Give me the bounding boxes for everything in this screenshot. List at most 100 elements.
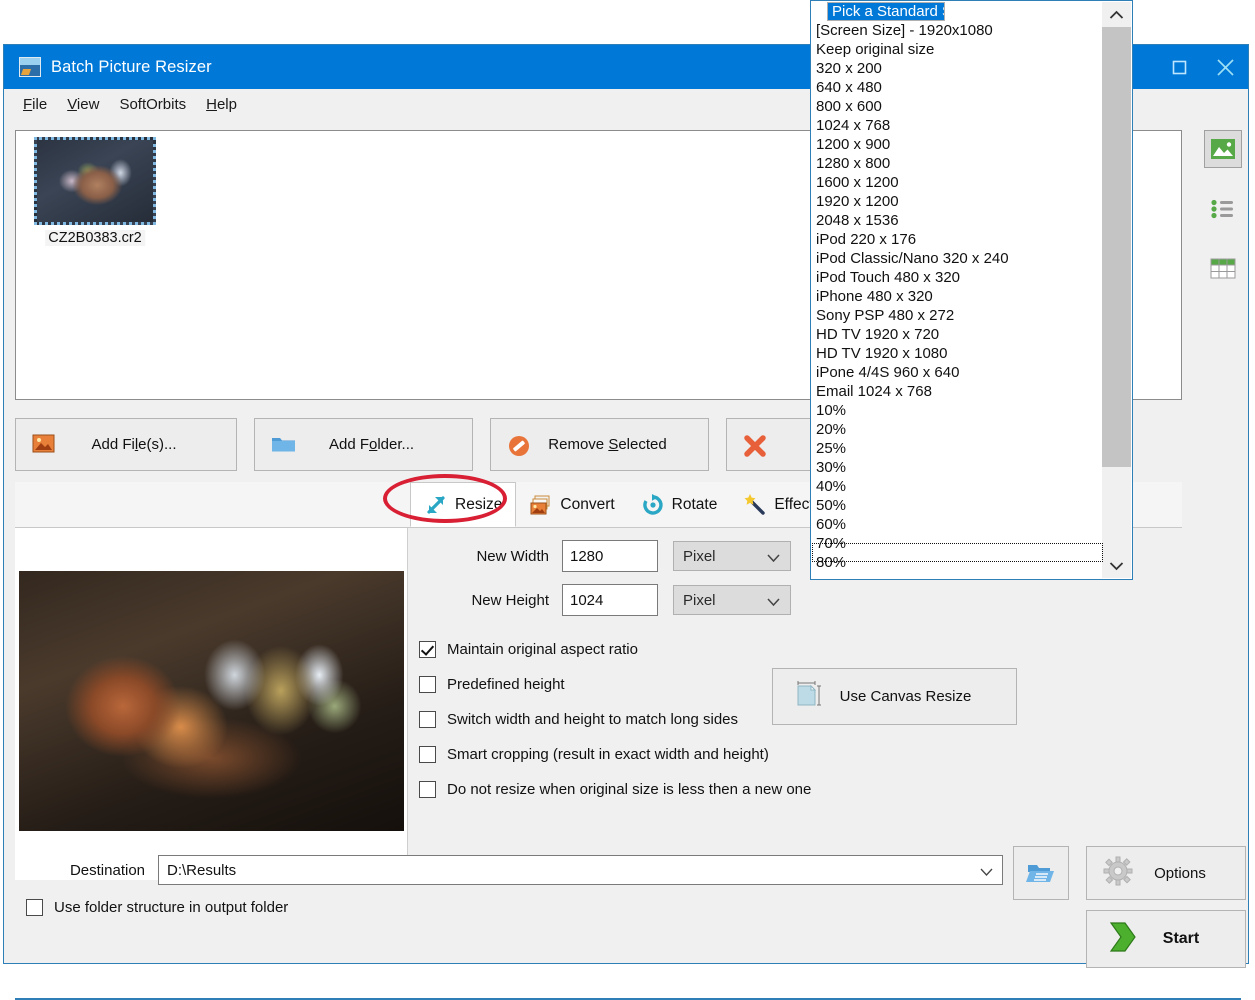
gear-icon — [1103, 856, 1133, 890]
dropdown-item[interactable]: iPhone 480 x 320 — [812, 287, 1102, 306]
destination-row: Destination D:\Results — [15, 855, 1003, 885]
dropdown-item[interactable]: 320 x 200 — [812, 59, 1102, 78]
dropdown-item[interactable]: Sony PSP 480 x 272 — [812, 306, 1102, 325]
view-mode-strip — [1200, 130, 1246, 310]
dropdown-item[interactable]: 2048 x 1536 — [812, 211, 1102, 230]
tab-rotate[interactable]: Rotate — [628, 482, 731, 527]
checkbox-label: Predefined height — [447, 676, 565, 693]
dropdown-item[interactable]: iPone 4/4S 960 x 640 — [812, 363, 1102, 382]
tab-list: Resize Convert Rotate Effects — [410, 482, 834, 527]
destination-label: Destination — [15, 862, 158, 879]
app-icon — [19, 57, 41, 77]
checkbox-box — [419, 676, 436, 693]
dropdown-item[interactable]: 640 x 480 — [812, 78, 1102, 97]
browse-folder-button[interactable] — [1013, 846, 1069, 900]
list-view-button[interactable] — [1204, 190, 1242, 228]
dropdown-item[interactable]: HD TV 1920 x 1080 — [812, 344, 1102, 363]
tab-convert[interactable]: Convert — [516, 482, 627, 527]
width-unit-select[interactable]: Pixel — [673, 541, 791, 571]
scrollbar-thumb[interactable] — [1102, 27, 1131, 467]
start-button[interactable]: Start — [1086, 910, 1246, 968]
dropdown-item[interactable]: iPod 220 x 176 — [812, 230, 1102, 249]
close-button[interactable] — [1202, 45, 1248, 89]
remove-selected-label: Remove Selected — [533, 436, 708, 453]
new-width-input[interactable] — [562, 540, 658, 572]
dropdown-item[interactable]: HD TV 1920 x 720 — [812, 325, 1102, 344]
folder-icon — [271, 434, 297, 456]
checkbox-smart-cropping[interactable]: Smart cropping (result in exact width an… — [419, 746, 1039, 763]
menu-help[interactable]: Help — [196, 93, 247, 116]
dropdown-item[interactable]: Pick a Standard Size — [827, 2, 945, 21]
list-icon — [1210, 199, 1236, 219]
dropdown-item[interactable]: Email 1024 x 768 — [812, 382, 1102, 401]
standard-size-dropdown-list[interactable]: Pick a Standard Size[Screen Size] - 1920… — [810, 0, 1133, 580]
dropdown-item[interactable]: 40% — [812, 477, 1102, 496]
dropdown-item[interactable]: 30% — [812, 458, 1102, 477]
remove-selected-button[interactable]: Remove Selected — [490, 418, 709, 471]
menu-view[interactable]: View — [57, 93, 109, 116]
scroll-up-button[interactable] — [1102, 2, 1131, 27]
resize-arrows-icon — [424, 493, 448, 517]
new-height-input[interactable] — [562, 584, 658, 616]
maximize-button[interactable] — [1156, 45, 1202, 89]
checkbox-label: Do not resize when original size is less… — [447, 781, 811, 798]
menu-softorbits[interactable]: SoftOrbits — [109, 93, 196, 116]
thumbnail-filename: CZ2B0383.cr2 — [45, 230, 145, 246]
add-files-button[interactable]: Add File(s)... — [15, 418, 237, 471]
dropdown-item[interactable]: Keep original size — [812, 40, 1102, 59]
dropdown-item[interactable]: iPod Touch 480 x 320 — [812, 268, 1102, 287]
table-icon — [1210, 258, 1236, 280]
dropdown-item[interactable]: 1024 x 768 — [812, 116, 1102, 135]
checkbox-label: Smart cropping (result in exact width an… — [447, 746, 769, 763]
dropdown-item[interactable]: iPod Classic/Nano 320 x 240 — [812, 249, 1102, 268]
dropdown-item[interactable]: 10% — [812, 401, 1102, 420]
dropdown-item[interactable]: 800 x 600 — [812, 97, 1102, 116]
window-controls — [1156, 45, 1248, 89]
height-unit-select[interactable]: Pixel — [673, 585, 791, 615]
checkbox-box — [419, 746, 436, 763]
dropdown-item[interactable]: 70% — [812, 534, 1102, 553]
remove-icon — [507, 434, 533, 456]
open-folder-icon — [1026, 860, 1056, 886]
checkbox-label: Maintain original aspect ratio — [447, 641, 638, 658]
use-canvas-resize-button[interactable]: Use Canvas Resize — [772, 668, 1017, 725]
thumbnail-view-button[interactable] — [1204, 130, 1242, 168]
dropdown-scrollbar[interactable] — [1102, 2, 1131, 578]
dropdown-item[interactable]: 1280 x 800 — [812, 154, 1102, 173]
checkbox-use-folder-structure[interactable]: Use folder structure in output folder — [26, 899, 288, 916]
checkbox-do-not-resize[interactable]: Do not resize when original size is less… — [419, 781, 1039, 798]
options-label: Options — [1133, 865, 1245, 882]
dropdown-item[interactable]: 60% — [812, 515, 1102, 534]
preview-pane — [15, 528, 408, 880]
dropdown-item[interactable]: 1600 x 1200 — [812, 173, 1102, 192]
menu-file[interactable]: File — [13, 93, 57, 116]
chevron-down-icon — [767, 594, 780, 611]
options-button[interactable]: Options — [1086, 846, 1246, 900]
details-view-button[interactable] — [1204, 250, 1242, 288]
chevron-down-icon[interactable] — [980, 864, 993, 881]
scroll-down-button[interactable] — [1102, 553, 1131, 578]
menu-help-label: elp — [217, 96, 237, 113]
tab-resize[interactable]: Resize — [410, 482, 516, 527]
dropdown-item[interactable]: 1920 x 1200 — [812, 192, 1102, 211]
add-image-icon — [32, 434, 58, 456]
add-files-label: Add File(s)... — [58, 436, 236, 453]
new-height-label: New Height — [419, 592, 562, 609]
dropdown-item[interactable]: [Screen Size] - 1920x1080 — [812, 21, 1102, 40]
dropdown-item[interactable]: 50% — [812, 496, 1102, 515]
dropdown-item[interactable]: 1200 x 900 — [812, 135, 1102, 154]
rotate-icon — [641, 493, 665, 517]
tab-resize-label: Resize — [455, 496, 502, 514]
dropdown-item[interactable]: 80% — [812, 553, 1102, 572]
dropdown-item[interactable]: 25% — [812, 439, 1102, 458]
add-folder-button[interactable]: Add Folder... — [254, 418, 473, 471]
destination-input[interactable]: D:\Results — [158, 855, 1003, 885]
checkbox-box — [419, 711, 436, 728]
list-item[interactable]: CZ2B0383.cr2 — [29, 137, 161, 257]
checkbox-label: Switch width and height to match long si… — [447, 711, 738, 728]
checkbox-maintain-aspect-ratio[interactable]: Maintain original aspect ratio — [419, 641, 1039, 658]
new-width-label: New Width — [419, 548, 562, 565]
convert-icon — [529, 493, 553, 517]
canvas-resize-icon — [795, 680, 823, 714]
dropdown-item[interactable]: 20% — [812, 420, 1102, 439]
